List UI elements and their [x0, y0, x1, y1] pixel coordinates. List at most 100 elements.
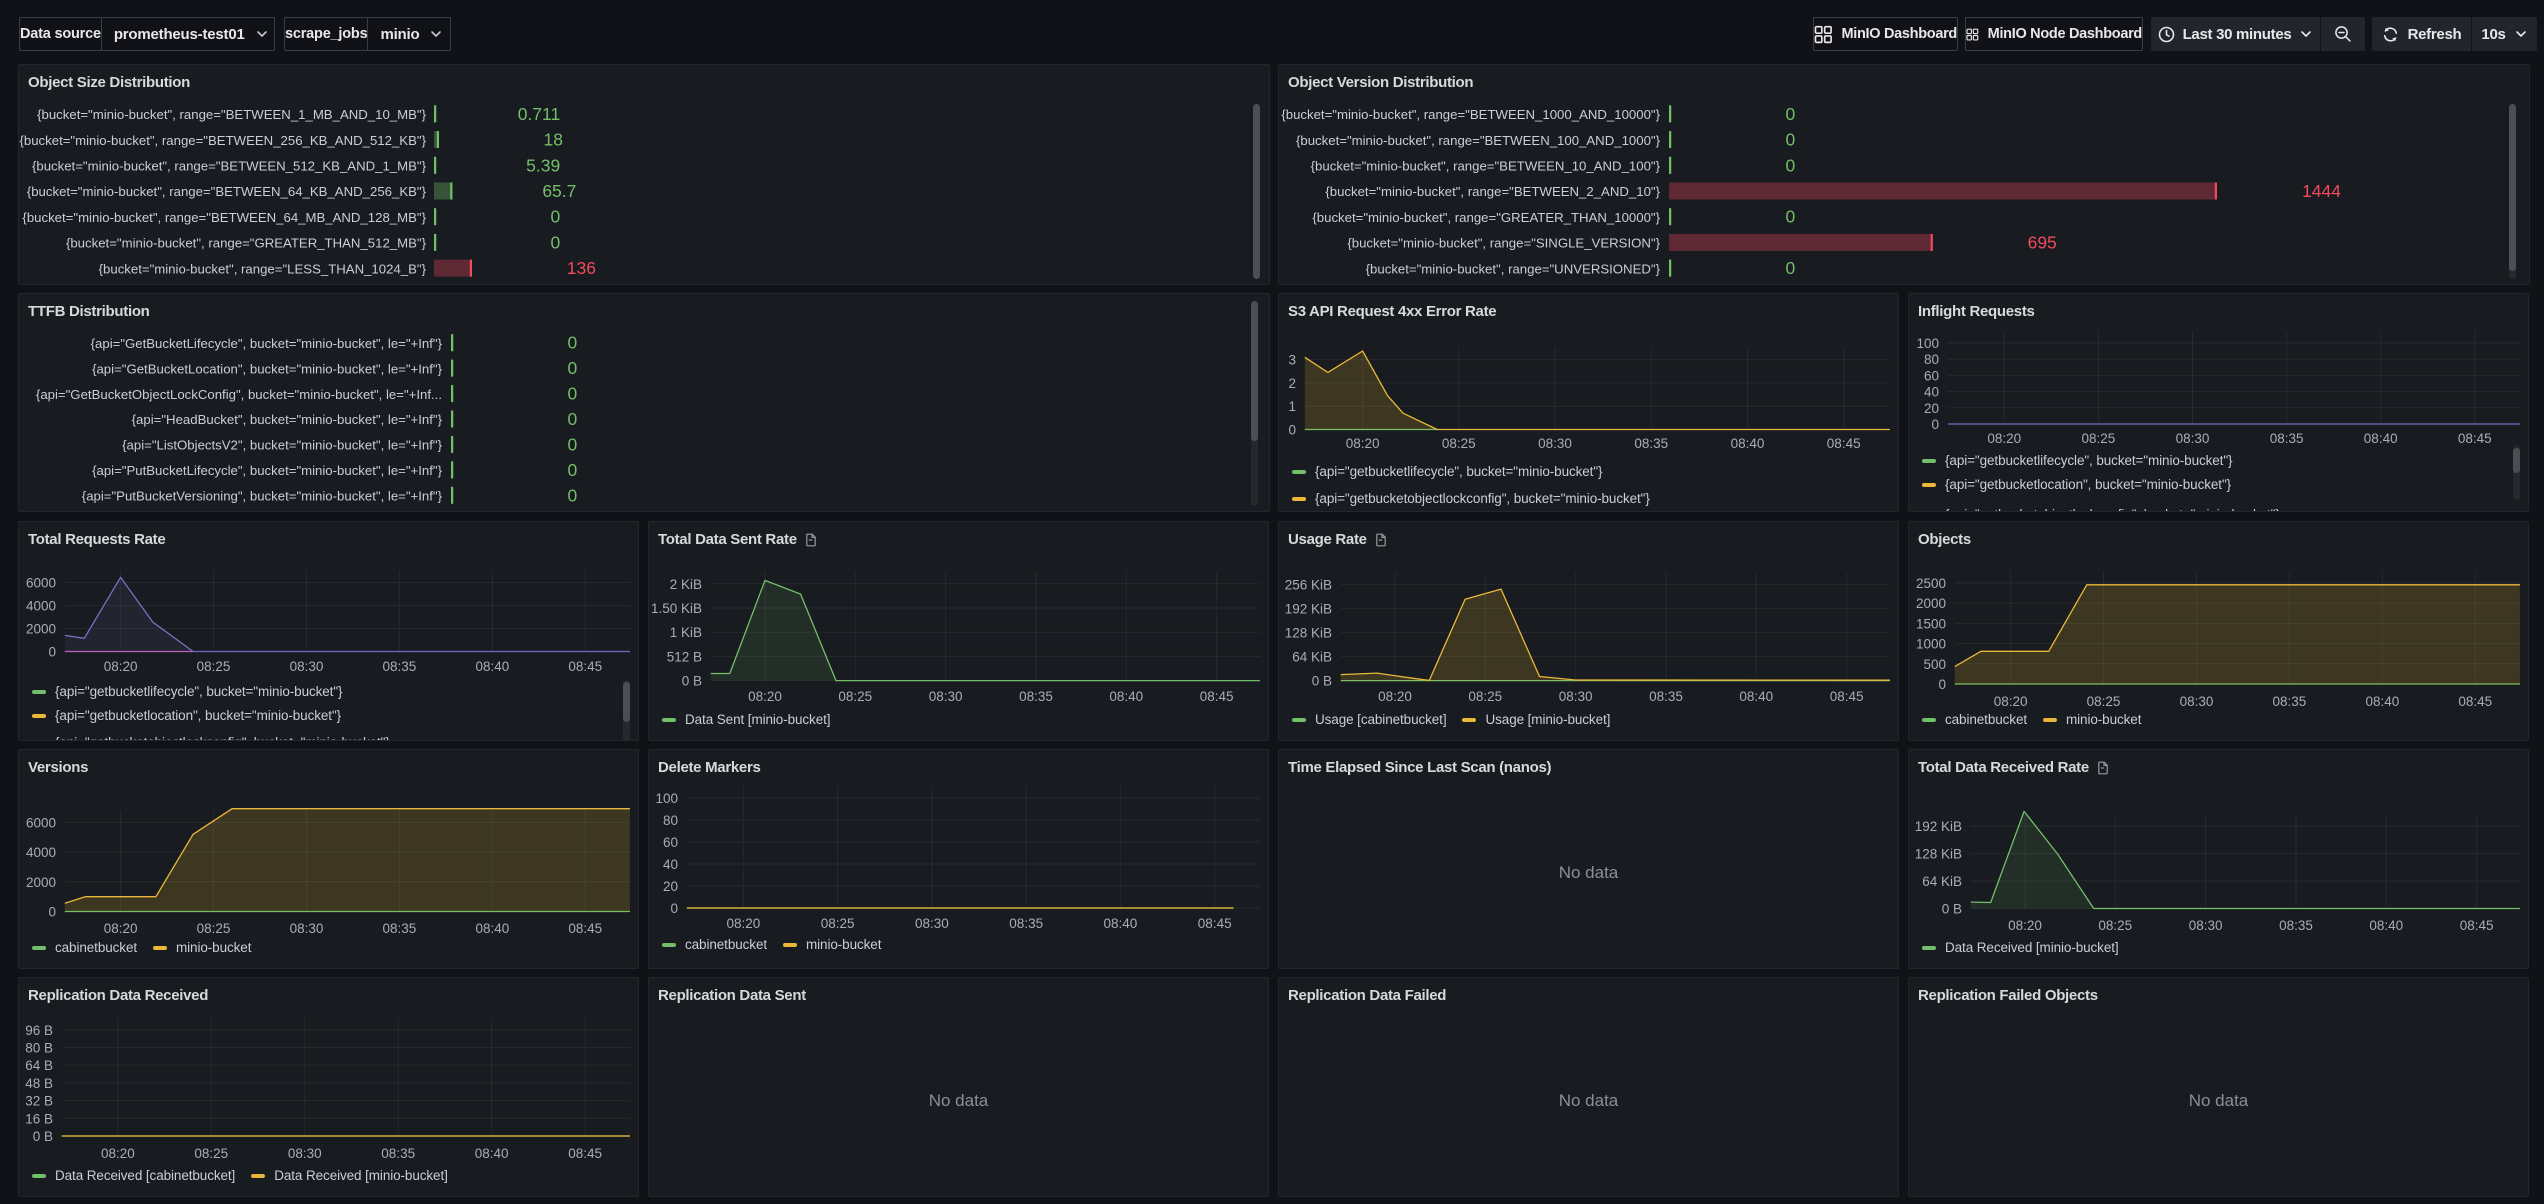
svg-text:08:25: 08:25 — [838, 689, 872, 704]
svg-text:512 B: 512 B — [667, 649, 702, 664]
svg-text:{api="GetBucketLocation", buck: {api="GetBucketLocation", bucket="minio-… — [92, 361, 443, 376]
svg-text:1000: 1000 — [1916, 637, 1946, 652]
svg-text:65.7: 65.7 — [542, 181, 576, 201]
svg-text:08:35: 08:35 — [2273, 694, 2307, 709]
svg-text:08:35: 08:35 — [1009, 916, 1043, 931]
svg-text:80 B: 80 B — [25, 1041, 53, 1056]
svg-text:08:45: 08:45 — [568, 921, 602, 936]
svg-text:0: 0 — [550, 232, 560, 252]
svg-text:60: 60 — [1924, 368, 1939, 383]
svg-text:08:25: 08:25 — [2098, 918, 2132, 933]
svg-text:{api="PutBucketLifecycle", buc: {api="PutBucketLifecycle", bucket="minio… — [92, 463, 443, 478]
svg-text:20: 20 — [1924, 401, 1939, 416]
svg-text:2000: 2000 — [1916, 596, 1946, 611]
svg-text:16 B: 16 B — [25, 1111, 53, 1126]
svg-text:08:20: 08:20 — [104, 659, 138, 674]
svg-text:08:35: 08:35 — [2279, 918, 2313, 933]
svg-text:{bucket="minio-bucket", range=: {bucket="minio-bucket", range="BETWEEN_6… — [22, 210, 426, 225]
svg-text:08:30: 08:30 — [290, 921, 324, 936]
svg-text:96 B: 96 B — [25, 1023, 53, 1038]
svg-text:6000: 6000 — [26, 815, 56, 830]
svg-text:08:45: 08:45 — [1198, 916, 1232, 931]
svg-text:695: 695 — [2028, 232, 2057, 252]
svg-text:0: 0 — [567, 358, 577, 378]
svg-text:08:20: 08:20 — [2008, 918, 2042, 933]
svg-text:64 B: 64 B — [25, 1058, 53, 1073]
svg-text:2500: 2500 — [1916, 576, 1946, 591]
svg-text:1 KiB: 1 KiB — [670, 625, 702, 640]
svg-text:0: 0 — [550, 207, 560, 227]
svg-text:{bucket="minio-bucket", range=: {bucket="minio-bucket", range="SINGLE_VE… — [1347, 236, 1660, 251]
svg-text:500: 500 — [1923, 657, 1946, 672]
svg-text:0: 0 — [567, 333, 577, 353]
svg-text:{bucket="minio-bucket", range=: {bucket="minio-bucket", range="UNVERSION… — [1366, 261, 1661, 276]
svg-text:08:35: 08:35 — [383, 921, 417, 936]
svg-text:192 KiB: 192 KiB — [1915, 819, 1962, 834]
svg-text:08:40: 08:40 — [2369, 918, 2403, 933]
svg-text:08:30: 08:30 — [2189, 918, 2223, 933]
svg-text:100: 100 — [1916, 336, 1939, 351]
svg-text:32 B: 32 B — [25, 1094, 53, 1109]
svg-text:08:40: 08:40 — [1104, 916, 1138, 931]
svg-text:64 KiB: 64 KiB — [1292, 650, 1332, 665]
svg-text:08:40: 08:40 — [1109, 689, 1143, 704]
svg-text:0: 0 — [48, 905, 56, 920]
svg-text:08:25: 08:25 — [194, 1146, 228, 1161]
svg-text:{api="HeadBucket", bucket="min: {api="HeadBucket", bucket="minio-bucket"… — [132, 412, 443, 427]
svg-text:08:45: 08:45 — [2460, 918, 2494, 933]
svg-text:{bucket="minio-bucket", range=: {bucket="minio-bucket", range="BETWEEN_1… — [1281, 107, 1660, 122]
svg-text:128 KiB: 128 KiB — [1285, 626, 1332, 641]
svg-text:08:20: 08:20 — [748, 689, 782, 704]
svg-text:0: 0 — [670, 901, 678, 916]
svg-text:20: 20 — [663, 879, 678, 894]
svg-text:08:45: 08:45 — [2458, 694, 2492, 709]
svg-text:3: 3 — [1288, 353, 1296, 368]
svg-text:5.39: 5.39 — [526, 155, 560, 175]
svg-text:0.711: 0.711 — [518, 104, 561, 124]
svg-text:4000: 4000 — [26, 845, 56, 860]
svg-text:1.50 KiB: 1.50 KiB — [651, 601, 702, 616]
svg-text:{api="PutBucketVersioning", bu: {api="PutBucketVersioning", bucket="mini… — [82, 488, 443, 503]
svg-text:08:40: 08:40 — [2364, 431, 2398, 446]
svg-text:08:35: 08:35 — [381, 1146, 415, 1161]
svg-text:{bucket="minio-bucket", range=: {bucket="minio-bucket", range="BETWEEN_1… — [1296, 133, 1661, 148]
svg-text:08:30: 08:30 — [290, 659, 324, 674]
svg-text:08:35: 08:35 — [1019, 689, 1053, 704]
svg-text:08:35: 08:35 — [1634, 436, 1668, 451]
svg-text:08:30: 08:30 — [915, 916, 949, 931]
svg-text:40: 40 — [1924, 385, 1939, 400]
svg-text:{bucket="minio-bucket", range=: {bucket="minio-bucket", range="BETWEEN_1… — [1311, 158, 1661, 173]
svg-text:08:20: 08:20 — [1987, 431, 2021, 446]
svg-text:48 B: 48 B — [25, 1076, 53, 1091]
svg-text:08:25: 08:25 — [821, 916, 855, 931]
svg-text:08:35: 08:35 — [2270, 431, 2304, 446]
svg-text:40: 40 — [663, 857, 678, 872]
svg-text:80: 80 — [663, 813, 678, 828]
svg-text:64 KiB: 64 KiB — [1922, 874, 1962, 889]
svg-text:0: 0 — [567, 384, 577, 404]
svg-text:2000: 2000 — [26, 875, 56, 890]
svg-text:08:20: 08:20 — [104, 921, 138, 936]
svg-text:0 B: 0 B — [682, 674, 702, 689]
svg-text:{bucket="minio-bucket", range=: {bucket="minio-bucket", range="LESS_THAN… — [99, 261, 427, 276]
svg-text:08:20: 08:20 — [101, 1146, 135, 1161]
svg-text:2: 2 — [1288, 376, 1296, 391]
svg-text:0: 0 — [1785, 130, 1795, 150]
svg-text:08:40: 08:40 — [2366, 694, 2400, 709]
svg-text:0: 0 — [567, 434, 577, 454]
svg-text:08:30: 08:30 — [1559, 689, 1593, 704]
svg-text:1: 1 — [1288, 399, 1296, 414]
svg-text:0: 0 — [1785, 258, 1795, 278]
svg-text:08:45: 08:45 — [568, 1146, 602, 1161]
svg-text:08:25: 08:25 — [2087, 694, 2121, 709]
svg-text:0 B: 0 B — [33, 1129, 53, 1144]
svg-text:{bucket="minio-bucket", range=: {bucket="minio-bucket", range="BETWEEN_6… — [27, 184, 427, 199]
svg-text:0: 0 — [567, 409, 577, 429]
svg-text:0 B: 0 B — [1312, 674, 1332, 689]
svg-text:08:45: 08:45 — [1827, 436, 1861, 451]
svg-text:08:20: 08:20 — [1994, 694, 2028, 709]
svg-text:08:30: 08:30 — [288, 1146, 322, 1161]
svg-text:{api="GetBucketObjectLockConfi: {api="GetBucketObjectLockConfig", bucket… — [36, 387, 442, 402]
svg-text:{api="GetBucketLifecycle", buc: {api="GetBucketLifecycle", bucket="minio… — [91, 336, 443, 351]
svg-text:136: 136 — [567, 258, 596, 278]
